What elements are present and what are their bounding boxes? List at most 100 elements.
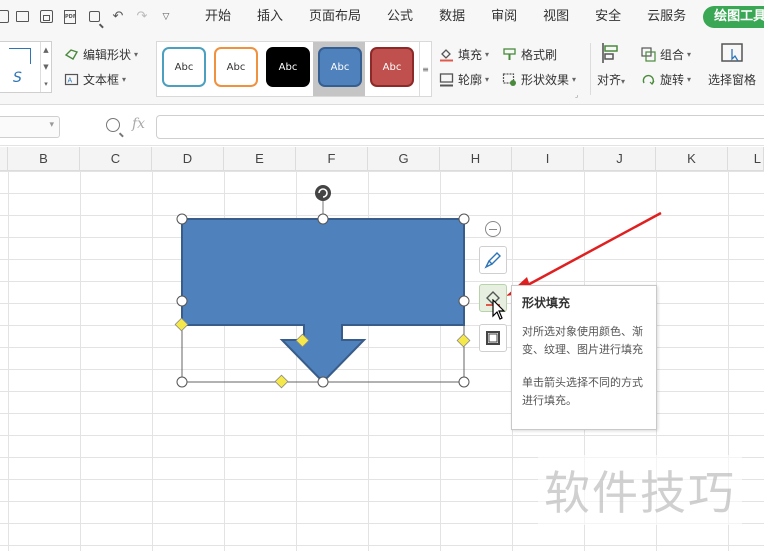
save-icon[interactable] [34,0,58,33]
rotate-label: 旋转 [660,73,685,87]
tooltip-description: 对所选对象使用颜色、渐变、纹理、图片进行填充 [522,325,643,356]
curve-shape-icon: S [13,70,22,86]
tab-security[interactable]: 安全 [582,0,634,33]
format-painter-icon [502,47,517,62]
edit-shape-icon [64,47,79,62]
column-header-b[interactable]: B [8,147,80,171]
zoom-icon[interactable] [106,118,120,132]
selection-pane-icon [720,41,744,65]
selection-pane-button[interactable]: 选择窗格 [708,41,756,88]
text-box-button[interactable]: A 文本框 ▾ [64,71,126,88]
style-outline-orange[interactable]: Abc [214,47,258,87]
column-header-i[interactable]: I [512,147,584,171]
edit-shape-button[interactable]: 编辑形状 ▾ [64,46,138,63]
tab-view[interactable]: 视图 [530,0,582,33]
undo-icon[interactable]: ↶ [106,0,130,33]
style-label: Abc [174,61,194,73]
shape-fill-tooltip: 形状填充 对所选对象使用颜色、渐变、纹理、图片进行填充 单击箭头选择不同的方式进… [511,285,657,430]
column-header-e[interactable]: E [224,147,296,171]
shape-style-button[interactable] [479,246,507,274]
column-header-k[interactable]: K [656,147,728,171]
menu-bar: PDF ↶ ↷ ▽ 开始 插入 页面布局 公式 数据 审阅 视图 安全 云服务 … [0,0,764,33]
gallery-scroll[interactable]: ▲ ▼ ▾ [40,42,51,92]
paint-bucket-icon [439,47,454,62]
watermark-text: 软件技巧 [538,455,742,525]
chevron-down-icon: ▾ [621,77,626,86]
tab-page-layout[interactable]: 页面布局 [296,0,374,33]
tab-home[interactable]: 开始 [192,0,244,33]
group-label: 组合 [660,48,685,62]
chevron-down-icon: ▾ [49,120,54,130]
fill-label: 填充 [458,48,483,62]
edit-shape-label: 编辑形状 [83,48,132,62]
new-file-icon[interactable] [0,0,10,33]
collapse-toolbar-icon[interactable] [485,221,501,237]
function-icon[interactable]: fx [132,116,145,132]
fill-button[interactable]: 填充 ▾ [439,46,489,63]
align-label: 对齐 [597,73,622,87]
chevron-down-icon: ▾ [687,75,692,84]
chevron-down-icon: ▾ [687,50,692,59]
style-label: Abc [226,61,246,73]
shape-effects-icon [502,72,517,87]
column-header-j[interactable]: J [584,147,656,171]
text-box-label: 文本框 [83,73,120,87]
tab-drawing-tools[interactable]: 绘图工具 [703,5,764,28]
style-fill-black[interactable]: Abc [266,47,310,87]
dialog-launcher-icon[interactable]: ⌟ [575,91,578,99]
outline-button[interactable]: 轮廓 ▾ [439,71,489,88]
open-folder-icon[interactable] [10,0,34,33]
elbow-connector-icon [9,48,31,64]
quick-access-toolbar: PDF ↶ ↷ ▽ [0,0,178,33]
format-painter-button[interactable]: 格式刷 [502,46,557,63]
column-header-l[interactable]: L [728,147,764,171]
chevron-down-icon: ▾ [122,75,127,84]
chevron-down-icon: ▾ [485,50,490,59]
shape-outline-button[interactable] [479,324,507,352]
export-pdf-icon[interactable]: PDF [58,0,82,33]
shape-effects-button[interactable]: 形状效果 ▾ [502,71,576,88]
customize-dropdown-icon[interactable]: ▽ [154,0,178,33]
selection-pane-label: 选择窗格 [708,73,757,87]
formula-input[interactable] [156,115,764,139]
column-header-h[interactable]: H [440,147,512,171]
redo-icon[interactable]: ↷ [130,0,154,33]
print-preview-icon[interactable] [82,0,106,33]
tooltip-title: 形状填充 [522,296,571,310]
mouse-cursor-icon [492,299,506,320]
styles-more-button[interactable]: ≡ [419,42,431,96]
column-header-d[interactable]: D [152,147,224,171]
style-fill-red[interactable]: Abc [370,47,414,87]
chevron-down-icon: ▾ [572,75,577,84]
brush-icon [484,252,501,269]
outline-label: 轮廓 [458,73,483,87]
tab-cloud-service[interactable]: 云服务 [634,0,699,33]
align-icon [599,41,623,65]
style-label: Abc [382,61,402,73]
group-button[interactable]: 组合 ▾ [641,46,691,63]
style-fill-blue[interactable]: Abc [318,47,362,87]
row-header-corner[interactable] [0,147,8,171]
tab-review[interactable]: 审阅 [478,0,530,33]
tab-formulas[interactable]: 公式 [374,0,426,33]
style-outline-blue[interactable]: Abc [162,47,206,87]
format-painter-label: 格式刷 [521,48,558,62]
ribbon-divider [590,43,591,95]
column-header-f[interactable]: F [296,147,368,171]
align-button[interactable]: 对齐▾ [597,41,625,88]
tab-insert[interactable]: 插入 [244,0,296,33]
style-label: Abc [330,61,350,73]
chevron-down-icon: ▾ [134,50,139,59]
tab-data[interactable]: 数据 [426,0,478,33]
name-box[interactable]: ▾ [0,116,60,138]
svg-text:A: A [68,78,73,85]
group-icon [641,47,656,62]
shape-gallery[interactable]: S ▲ ▼ ▾ [0,41,52,93]
outline-icon [439,72,454,87]
column-header-g[interactable]: G [368,147,440,171]
text-box-icon: A [64,72,79,87]
ribbon: S ▲ ▼ ▾ 编辑形状 ▾ A 文本框 ▾ Abc Abc Abc Abc Abc ≡… [0,33,764,105]
formula-bar: ▾ fx [0,106,764,146]
column-header-c[interactable]: C [80,147,152,171]
rotate-button[interactable]: 旋转 ▾ [641,71,691,88]
